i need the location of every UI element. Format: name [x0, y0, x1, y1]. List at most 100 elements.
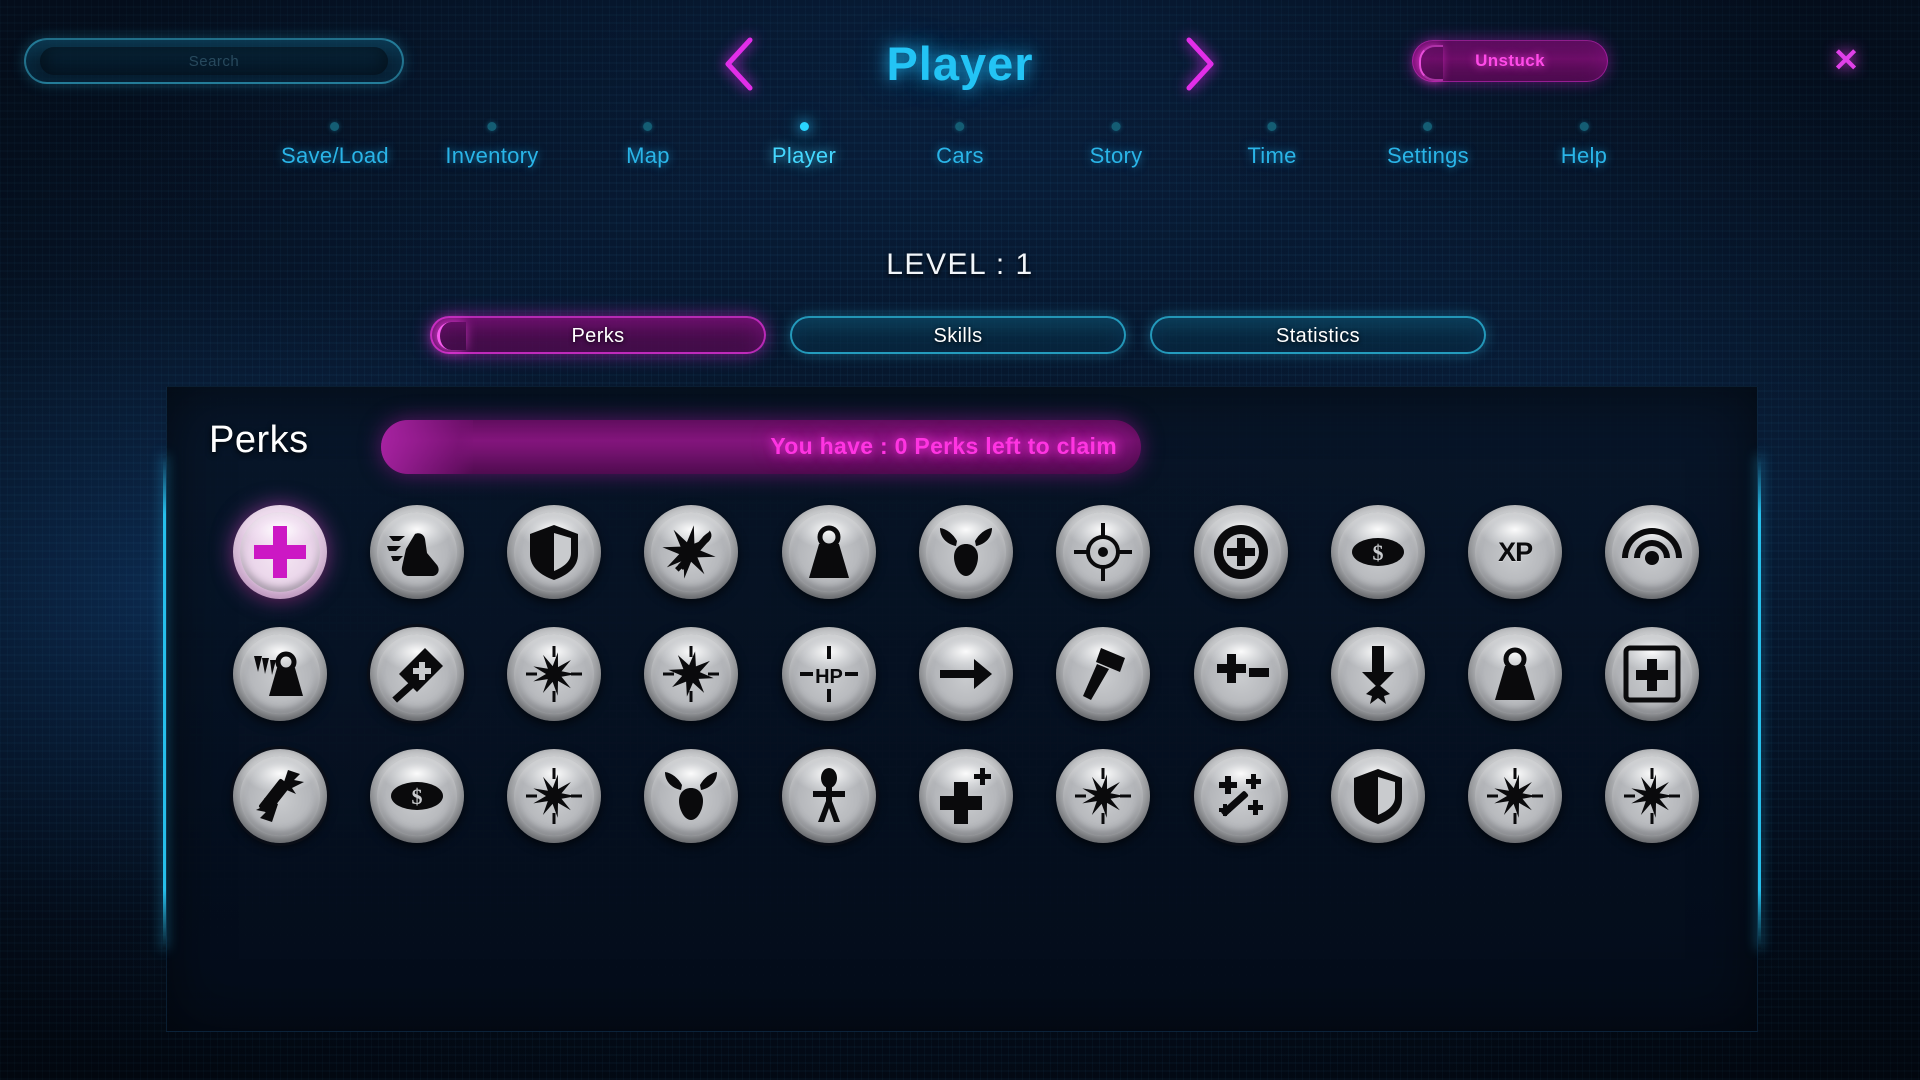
nav-dot-icon: [955, 122, 965, 131]
game-screen: Search Player Unstuck ✕ Save/Load Invento…: [0, 0, 1920, 1080]
perk-slot[interactable]: [918, 749, 1013, 843]
perk-slot[interactable]: [507, 505, 602, 599]
xp-icon: XP: [1498, 536, 1533, 567]
shield-icon: [1346, 764, 1410, 828]
svg-text:$: $: [411, 784, 422, 809]
money-coin-icon: $: [1346, 520, 1410, 584]
perk-slot[interactable]: [1605, 505, 1700, 599]
nav-item-save-load[interactable]: Save/Load: [281, 122, 389, 169]
hp-crosshair-icon: HP: [797, 642, 861, 706]
magic-wand-icon: [1209, 764, 1273, 828]
nav-dot-icon: [1423, 122, 1433, 131]
svg-text:$: $: [1372, 540, 1383, 565]
nav-item-cars[interactable]: Cars: [936, 122, 984, 169]
perks-claim-text: You have : 0 Perks left to claim: [770, 433, 1117, 459]
perk-slot[interactable]: [1193, 627, 1288, 721]
burst-crosshair-icon: [1483, 764, 1547, 828]
impact-down-icon: [1346, 642, 1410, 706]
perk-slot[interactable]: [1330, 627, 1425, 721]
needle-burst-icon: [659, 520, 723, 584]
unstuck-button[interactable]: Unstuck: [1412, 40, 1608, 82]
nav-item-time[interactable]: Time: [1247, 122, 1296, 169]
perk-slot[interactable]: [1605, 749, 1700, 843]
perk-slot[interactable]: [644, 627, 739, 721]
perk-slot[interactable]: $: [369, 749, 464, 843]
perk-slot[interactable]: [232, 505, 327, 599]
nav-item-label: Player: [771, 143, 837, 168]
speed-boot-icon: [385, 520, 449, 584]
perk-slot[interactable]: HP: [781, 627, 876, 721]
player-level: LEVEL : 1: [886, 248, 1034, 281]
falling-weight-icon: [248, 642, 312, 706]
next-page-button[interactable]: [1175, 36, 1221, 92]
perk-slot[interactable]: [1468, 627, 1563, 721]
burst-crosshair-icon: [1071, 764, 1135, 828]
previous-page-button[interactable]: [718, 36, 764, 92]
perk-slot[interactable]: [918, 627, 1013, 721]
nav-item-inventory[interactable]: Inventory: [445, 122, 538, 169]
perk-slot[interactable]: [1605, 627, 1700, 721]
tab-perks[interactable]: Perks: [430, 316, 766, 354]
perk-slot[interactable]: [918, 505, 1013, 599]
bull-head-icon: [659, 764, 723, 828]
perk-slot[interactable]: [1056, 627, 1151, 721]
perk-slot[interactable]: [369, 505, 464, 599]
page-title: Player: [886, 37, 1034, 90]
panel-title: Perks: [209, 419, 309, 461]
nav-dot-icon: [1267, 122, 1277, 131]
burst-crosshair-icon: [522, 642, 586, 706]
nav-item-label: Settings: [1387, 143, 1469, 168]
perk-slot[interactable]: [781, 505, 876, 599]
nav-dot-icon: [1579, 122, 1589, 131]
perk-slot[interactable]: [644, 505, 739, 599]
nav-item-label: Cars: [936, 143, 984, 168]
perk-slot[interactable]: XP: [1468, 505, 1563, 599]
nav-item-help[interactable]: Help: [1561, 122, 1607, 169]
nav-item-player[interactable]: Player: [772, 122, 836, 169]
nav-item-map[interactable]: Map: [626, 122, 670, 169]
person-icon: [797, 764, 861, 828]
perk-slot[interactable]: [507, 627, 602, 721]
nav-item-story[interactable]: Story: [1090, 122, 1143, 169]
money-coin-icon: $: [385, 764, 449, 828]
main-nav: Save/Load Inventory Map Player Cars Story Time…: [0, 122, 1920, 172]
perk-slot[interactable]: [232, 627, 327, 721]
perk-slot[interactable]: [1193, 749, 1288, 843]
nav-item-label: Help: [1560, 143, 1608, 168]
perk-slot[interactable]: [369, 627, 464, 721]
plus-square-icon: [1620, 642, 1684, 706]
nav-item-label: Story: [1089, 143, 1143, 168]
perk-slot[interactable]: [1330, 749, 1425, 843]
panel-left-edge: [163, 455, 166, 949]
perk-slot[interactable]: [1193, 505, 1288, 599]
burst-crosshair-icon: [1620, 764, 1684, 828]
tab-skills[interactable]: Skills: [790, 316, 1126, 354]
nav-dot-icon: [1111, 122, 1121, 131]
cross-plus-icon: [934, 764, 998, 828]
shield-icon: [522, 520, 586, 584]
sonar-wave-icon: [1620, 520, 1684, 584]
burst-crosshair-icon: [522, 764, 586, 828]
weight-bag-icon: [797, 520, 861, 584]
perk-slot[interactable]: [507, 749, 602, 843]
perk-grid: $ XP HP $: [211, 505, 1721, 843]
nav-item-settings[interactable]: Settings: [1387, 122, 1469, 169]
perk-slot[interactable]: [1056, 505, 1151, 599]
plus-minus-icon: [1209, 642, 1273, 706]
circle-plus-icon: [1209, 520, 1273, 584]
arrow-right-icon: [934, 642, 998, 706]
health-cross-icon: [248, 520, 312, 584]
tab-statistics[interactable]: Statistics: [1150, 316, 1486, 354]
perk-slot[interactable]: [1056, 749, 1151, 843]
perk-slot[interactable]: [1468, 749, 1563, 843]
perk-slot[interactable]: $: [1330, 505, 1425, 599]
close-icon[interactable]: ✕: [1826, 42, 1866, 82]
perk-slot[interactable]: [232, 749, 327, 843]
section-tabs: Perks Skills Statistics: [0, 316, 1920, 358]
medic-hammer-icon: [385, 642, 449, 706]
panel-right-edge: [1758, 455, 1761, 949]
nav-item-label: Inventory: [445, 143, 539, 168]
perk-slot[interactable]: [781, 749, 876, 843]
svg-text:HP: HP: [815, 666, 843, 688]
perk-slot[interactable]: [644, 749, 739, 843]
